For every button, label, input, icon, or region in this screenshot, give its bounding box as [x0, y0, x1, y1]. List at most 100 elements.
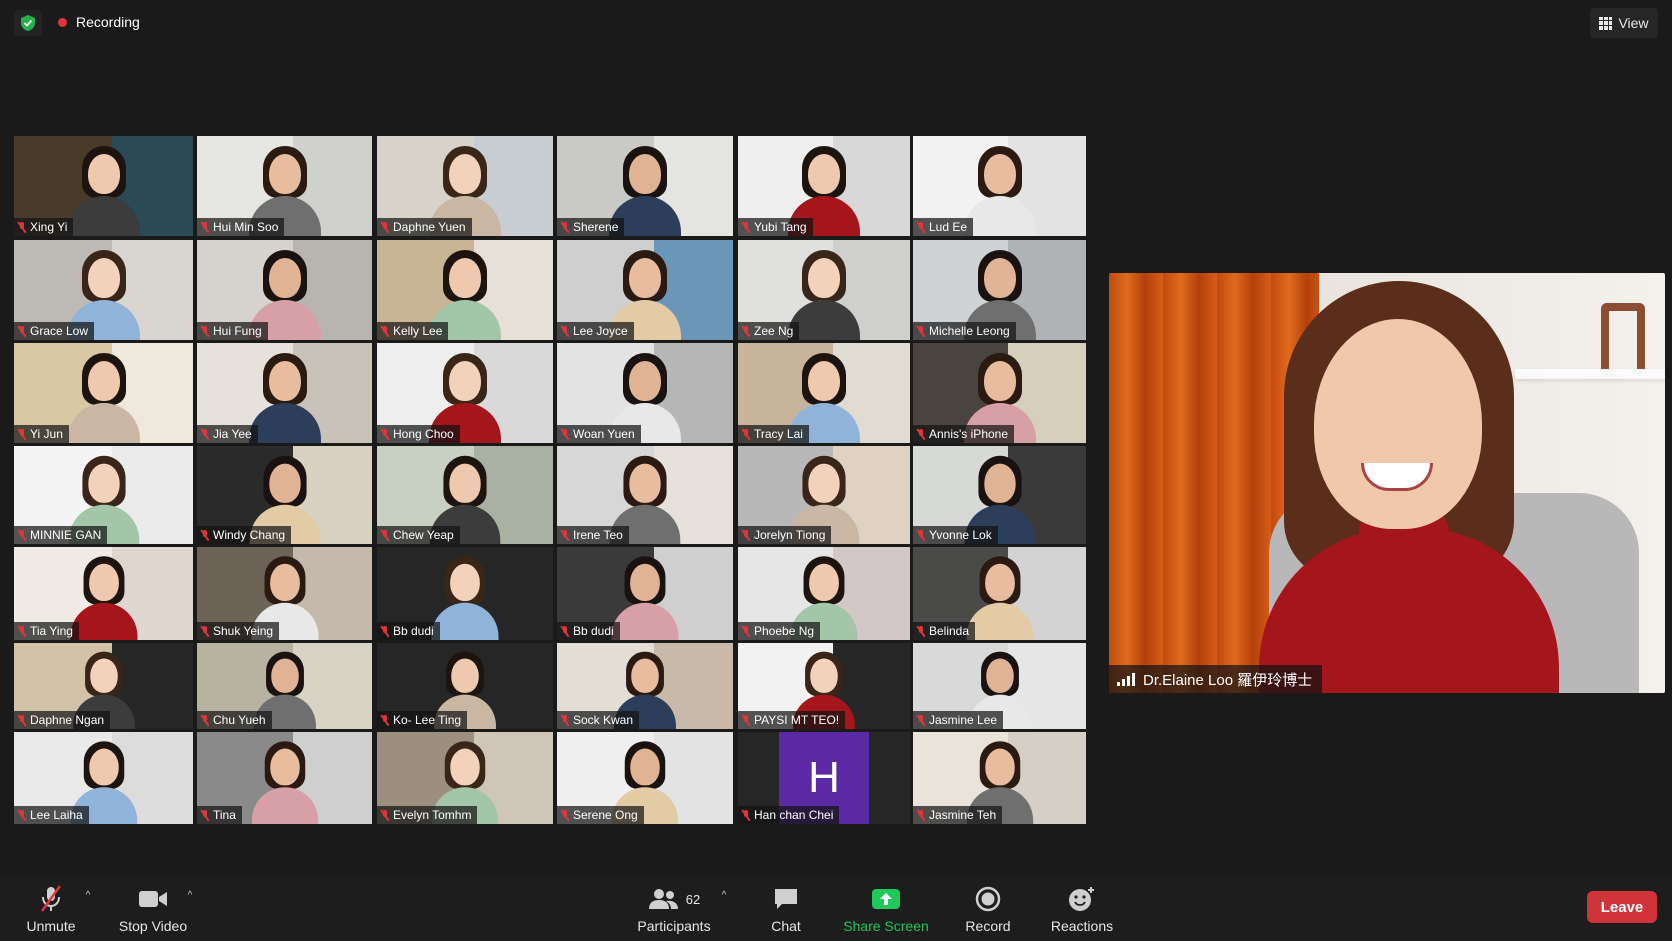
participant-tile[interactable]: Chu Yueh — [197, 643, 372, 729]
connection-signal-icon — [1117, 672, 1135, 686]
participant-name-tag: Woan Yuen — [557, 425, 641, 443]
participant-tile[interactable]: MINNIE GAN — [14, 446, 193, 544]
participant-name: Hong Choo — [393, 427, 454, 441]
meeting-toolbar: Unmute ^ Stop Video ^ 62 Participants ^ … — [0, 876, 1672, 941]
participant-tile[interactable]: Hong Choo — [377, 343, 553, 443]
participant-tile[interactable]: Jasmine Teh — [913, 732, 1086, 824]
participant-tile[interactable]: Annis's iPhone — [913, 343, 1086, 443]
participant-tile[interactable]: Lud Ee — [913, 136, 1086, 236]
muted-mic-icon — [201, 714, 209, 726]
muted-mic-icon — [381, 529, 389, 541]
participant-tile[interactable]: Bb dudi — [377, 547, 553, 640]
participant-name: Jasmine Teh — [929, 808, 997, 822]
muted-mic-icon — [917, 809, 925, 821]
participant-tile[interactable]: Daphne Ngan — [14, 643, 193, 729]
participant-tile[interactable]: Jasmine Lee — [913, 643, 1086, 729]
participant-tile[interactable]: Tia Ying — [14, 547, 193, 640]
reactions-label: Reactions — [1050, 918, 1114, 934]
participant-name: Belinda — [929, 624, 970, 638]
participant-name: Hui Min Soo — [213, 220, 279, 234]
participant-name-tag: Jasmine Lee — [913, 711, 1004, 729]
participant-tile[interactable]: H Han chan Chei — [738, 732, 910, 824]
muted-mic-icon — [561, 809, 569, 821]
participant-tile[interactable]: Tina — [197, 732, 372, 824]
participant-tile[interactable]: Windy Chang — [197, 446, 372, 544]
participant-tile[interactable]: Sherene — [557, 136, 733, 236]
participants-options-caret-icon[interactable]: ^ — [718, 890, 730, 902]
participant-name-tag: Grace Low — [14, 322, 95, 340]
participant-tile[interactable]: Serene Ong — [557, 732, 733, 824]
participant-name: Serene Ong — [573, 808, 638, 822]
record-button[interactable]: Record — [962, 876, 1014, 941]
participant-tile[interactable]: Ko- Lee Ting — [377, 643, 553, 729]
participant-tile[interactable]: Chew Yeap — [377, 446, 553, 544]
participant-tile[interactable]: Kelly Lee — [377, 240, 553, 340]
audio-options-caret-icon[interactable]: ^ — [82, 890, 94, 902]
participant-tile[interactable]: Hui Fung — [197, 240, 372, 340]
participant-name-tag: Xing Yi — [14, 218, 74, 236]
stop-video-button[interactable]: Stop Video — [114, 876, 192, 941]
participant-name-tag: Irene Teo — [557, 526, 629, 544]
video-options-caret-icon[interactable]: ^ — [184, 890, 196, 902]
participant-name-tag: Yubi Tang — [738, 218, 813, 236]
participants-icon — [648, 889, 678, 909]
participant-tile[interactable]: Yvonne Lok — [913, 446, 1086, 544]
participant-tile[interactable]: Grace Low — [14, 240, 193, 340]
participant-tile[interactable]: Jorelyn Tiong — [738, 446, 910, 544]
top-bar: Recording View — [0, 0, 1672, 46]
participant-tile[interactable]: Woan Yuen — [557, 343, 733, 443]
participant-tile[interactable]: Tracy Lai — [738, 343, 910, 443]
participant-name-tag: Bb dudi — [557, 622, 620, 640]
participant-tile[interactable]: Hui Min Soo — [197, 136, 372, 236]
participant-tile[interactable]: Shuk Yeing — [197, 547, 372, 640]
muted-mic-icon — [561, 714, 569, 726]
participant-name-tag: Windy Chang — [197, 526, 292, 544]
muted-mic-icon — [201, 325, 209, 337]
participant-tile[interactable]: Zee Ng — [738, 240, 910, 340]
participant-tile[interactable]: Belinda — [913, 547, 1086, 640]
participant-tile[interactable]: Sock Kwan — [557, 643, 733, 729]
muted-mic-icon — [917, 325, 925, 337]
active-speaker-video[interactable]: Dr.Elaine Loo 羅伊玲博士 — [1109, 273, 1665, 693]
share-screen-button[interactable]: Share Screen — [842, 876, 930, 941]
participant-name: Sock Kwan — [573, 713, 634, 727]
participant-name-tag: Jasmine Teh — [913, 806, 1003, 824]
participant-tile[interactable]: Irene Teo — [557, 446, 733, 544]
participant-tile[interactable]: Phoebe Ng — [738, 547, 910, 640]
participant-tile[interactable]: Jia Yee — [197, 343, 372, 443]
muted-mic-icon — [381, 714, 389, 726]
view-label: View — [1618, 15, 1649, 31]
participant-name-tag: Jorelyn Tiong — [738, 526, 832, 544]
participant-name: Chew Yeap — [393, 528, 454, 542]
participant-tile[interactable]: Yubi Tang — [738, 136, 910, 236]
participant-tile[interactable]: Michelle Leong — [913, 240, 1086, 340]
participant-tile[interactable]: Bb dudi — [557, 547, 733, 640]
participant-name-tag: Shuk Yeing — [197, 622, 280, 640]
participant-name: Woan Yuen — [573, 427, 635, 441]
muted-mic-icon — [18, 428, 26, 440]
participant-tile[interactable]: Daphne Yuen — [377, 136, 553, 236]
muted-mic-icon — [917, 529, 925, 541]
leave-button[interactable]: Leave — [1587, 891, 1657, 923]
view-button[interactable]: View — [1590, 8, 1658, 38]
participants-button[interactable]: 62 Participants — [632, 876, 716, 941]
participant-tile[interactable]: Lee Joyce — [557, 240, 733, 340]
chat-button[interactable]: Chat — [764, 876, 808, 941]
participant-tile[interactable]: Lee Laiha — [14, 732, 193, 824]
participant-tile[interactable]: Xing Yi — [14, 136, 193, 236]
recording-indicator[interactable]: Recording — [58, 14, 140, 30]
participant-name-tag: Daphne Yuen — [377, 218, 472, 236]
unmute-button[interactable]: Unmute — [22, 876, 80, 941]
participant-name-tag: Kelly Lee — [377, 322, 449, 340]
grid-view-icon — [1599, 16, 1613, 30]
muted-mic-icon — [742, 428, 750, 440]
stop-video-label: Stop Video — [118, 918, 188, 934]
muted-mic-icon — [18, 529, 26, 541]
participant-tile[interactable]: Yi Jun — [14, 343, 193, 443]
reactions-button[interactable]: Reactions — [1050, 876, 1114, 941]
participant-name: Michelle Leong — [929, 324, 1010, 338]
unmute-label: Unmute — [26, 918, 76, 934]
security-shield-icon[interactable] — [14, 10, 42, 36]
participant-tile[interactable]: PAYSI MT TEO! — [738, 643, 910, 729]
participant-tile[interactable]: Evelyn Tomhm — [377, 732, 553, 824]
